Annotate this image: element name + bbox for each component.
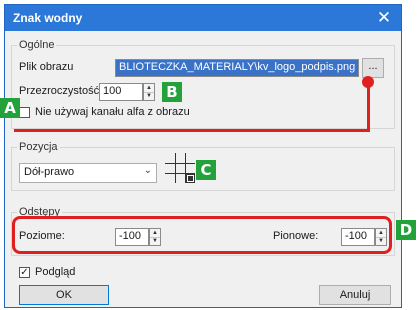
grid-cell-marker <box>188 176 193 181</box>
browse-button[interactable]: ... <box>362 58 384 78</box>
file-path-input[interactable]: BLIOTECZKA_MATERIALY\kv_logo_podpis.png <box>115 59 359 77</box>
callout-a-line <box>14 82 370 132</box>
dialog-title: Znak wodny <box>13 11 83 25</box>
callout-d-box <box>12 216 392 254</box>
preview-label: Podgląd <box>35 266 76 278</box>
grid-line <box>175 153 176 183</box>
ok-button[interactable]: OK <box>19 285 109 305</box>
chevron-down-icon: ⌄ <box>143 165 152 176</box>
preview-checkbox[interactable]: ✓ <box>19 267 30 278</box>
badge-c: C <box>196 160 216 180</box>
cancel-button[interactable]: Anuluj <box>319 285 391 305</box>
watermark-dialog: Znak wodny ✕ Ogólne Plik obrazu BLIOTECZ… <box>4 4 402 308</box>
close-icon[interactable]: ✕ <box>373 7 395 29</box>
position-grid[interactable] <box>165 153 195 183</box>
badge-a: A <box>0 98 20 118</box>
position-select-value: Dół-prawo <box>24 166 75 178</box>
general-legend: Ogólne <box>17 39 57 51</box>
file-label: Plik obrazu <box>19 61 74 73</box>
position-legend: Pozycja <box>17 141 60 153</box>
position-select[interactable]: Dół-prawo ⌄ <box>19 163 157 183</box>
title-bar: Znak wodny ✕ <box>5 5 401 31</box>
callout-a-dot <box>362 76 374 88</box>
badge-d: D <box>396 220 416 240</box>
grid-line <box>165 163 195 164</box>
badge-b: B <box>162 82 182 102</box>
